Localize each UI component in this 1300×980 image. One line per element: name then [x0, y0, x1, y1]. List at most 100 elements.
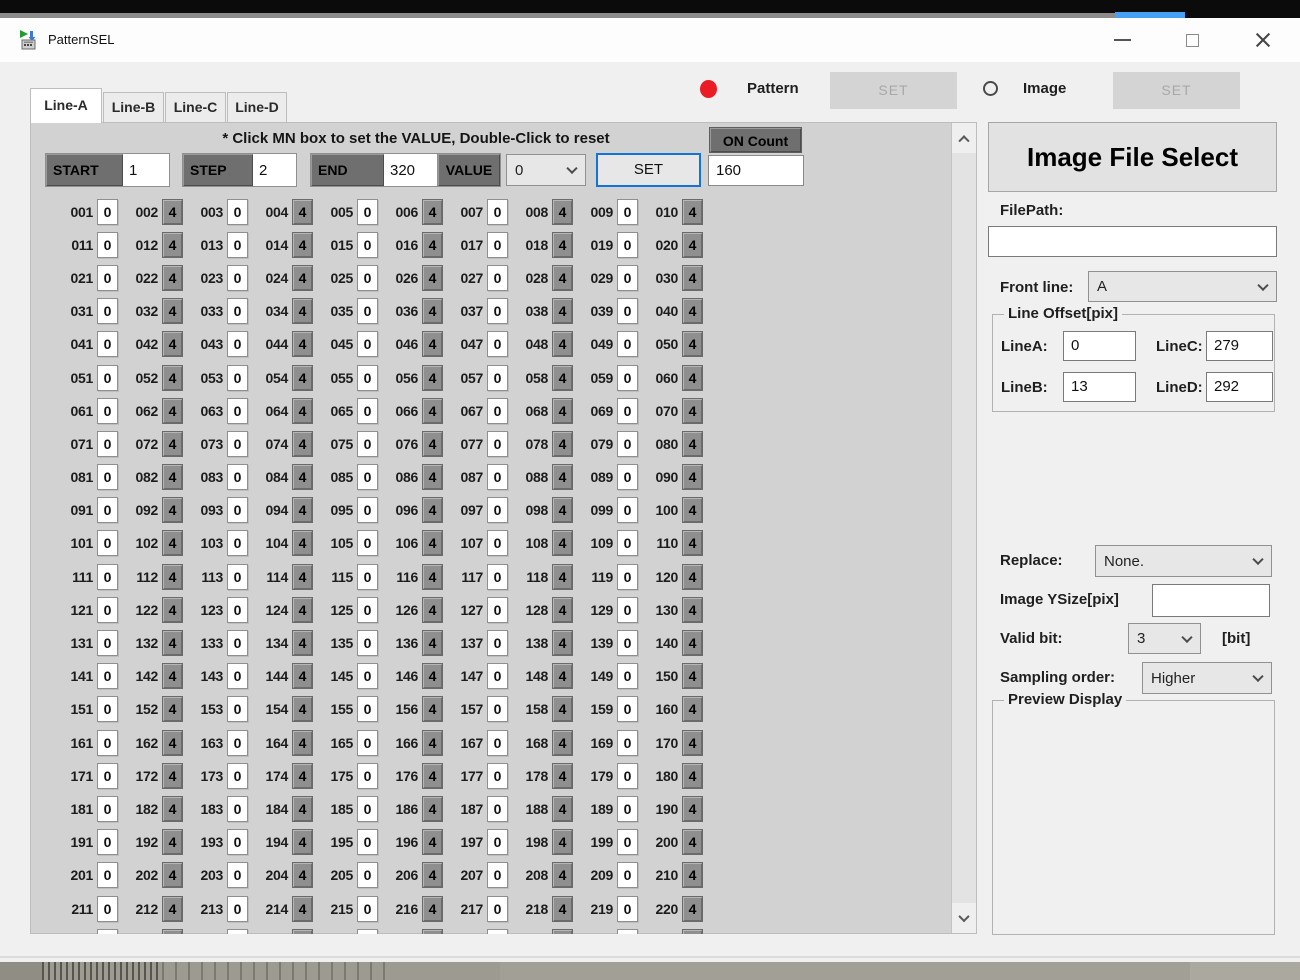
cell-value-box[interactable]: 4: [162, 199, 183, 225]
cell-value-box[interactable]: 0: [97, 597, 118, 623]
cell-value-box[interactable]: 0: [357, 232, 378, 258]
cell-value-box[interactable]: 4: [682, 331, 703, 357]
cell-value-box[interactable]: 0: [227, 331, 248, 357]
cell-value-box[interactable]: 4: [682, 199, 703, 225]
cell-value-box[interactable]: 0: [487, 862, 508, 888]
cell-value-box[interactable]: 0: [227, 530, 248, 556]
cell-value-box[interactable]: 4: [552, 365, 573, 391]
cell-value-box[interactable]: 0: [487, 796, 508, 822]
cell-value-box[interactable]: 4: [682, 597, 703, 623]
cell-value-box[interactable]: 4: [552, 663, 573, 689]
cell-value-box[interactable]: 4: [422, 232, 443, 258]
cell-value-box[interactable]: 4: [422, 763, 443, 789]
cell-value-box[interactable]: 4: [162, 564, 183, 590]
cell-value-box[interactable]: 4: [422, 199, 443, 225]
cell-value-box[interactable]: 0: [227, 232, 248, 258]
filepath-input[interactable]: [988, 226, 1277, 257]
cell-value-box[interactable]: 0: [227, 663, 248, 689]
cell-value-box[interactable]: 0: [97, 730, 118, 756]
cell-value-box[interactable]: 4: [422, 896, 443, 922]
cell-value-box[interactable]: 4: [292, 530, 313, 556]
cell-value-box[interactable]: 4: [552, 398, 573, 424]
cell-value-box[interactable]: 0: [617, 232, 638, 258]
cell-value-box[interactable]: 0: [487, 331, 508, 357]
cell-value-box[interactable]: 0: [617, 597, 638, 623]
cell-value-box[interactable]: 4: [682, 298, 703, 324]
cell-value-box[interactable]: 0: [487, 896, 508, 922]
maximize-button[interactable]: [1169, 24, 1215, 56]
image-radio[interactable]: [983, 81, 998, 96]
cell-value-box[interactable]: 4: [552, 497, 573, 523]
ysize-input[interactable]: [1152, 584, 1270, 617]
cell-value-box[interactable]: 0: [357, 829, 378, 855]
cell-value-box[interactable]: 4: [422, 597, 443, 623]
cell-value-box[interactable]: 0: [97, 398, 118, 424]
cell-value-box[interactable]: 0: [357, 530, 378, 556]
cell-value-box[interactable]: 4: [552, 564, 573, 590]
cell-value-box[interactable]: 4: [422, 365, 443, 391]
cell-value-box[interactable]: 4: [162, 896, 183, 922]
cell-value-box[interactable]: 4: [422, 862, 443, 888]
cell-value-box[interactable]: 0: [97, 663, 118, 689]
cell-value-box[interactable]: 4: [162, 331, 183, 357]
image-set-button[interactable]: SET: [1113, 72, 1240, 109]
cell-value-box[interactable]: 0: [617, 829, 638, 855]
cell-value-box[interactable]: 4: [682, 696, 703, 722]
cell-value-box[interactable]: 4: [422, 431, 443, 457]
cell-value-box[interactable]: 0: [617, 730, 638, 756]
cell-value-box[interactable]: 0: [227, 199, 248, 225]
cell-value-box[interactable]: 4: [422, 530, 443, 556]
cell-value-box[interactable]: 0: [487, 597, 508, 623]
cell-value-box[interactable]: 0: [357, 497, 378, 523]
cell-value-box[interactable]: 0: [97, 829, 118, 855]
cell-value-box[interactable]: 4: [552, 199, 573, 225]
cell-value-box[interactable]: 0: [227, 829, 248, 855]
cell-value-box[interactable]: 0: [357, 896, 378, 922]
cell-value-box[interactable]: 4: [162, 763, 183, 789]
cell-value-box[interactable]: 0: [227, 464, 248, 490]
cell-value-box[interactable]: 4: [422, 829, 443, 855]
cell-value-box[interactable]: 4: [552, 730, 573, 756]
cell-value-box[interactable]: 0: [617, 630, 638, 656]
cell-value-box[interactable]: 4: [292, 630, 313, 656]
cell-value-box[interactable]: 0: [487, 298, 508, 324]
scroll-up-button[interactable]: [952, 123, 976, 153]
cell-value-box[interactable]: 4: [292, 730, 313, 756]
cell-value-box[interactable]: 4: [292, 896, 313, 922]
cell-value-box[interactable]: 0: [227, 265, 248, 291]
front-line-dropdown[interactable]: A: [1088, 271, 1277, 302]
cell-value-box[interactable]: 4: [682, 663, 703, 689]
cell-value-box[interactable]: 4: [162, 796, 183, 822]
cell-value-box[interactable]: 0: [617, 398, 638, 424]
tab-line-d[interactable]: Line-D: [227, 92, 287, 123]
pattern-set-button[interactable]: SET: [830, 72, 957, 109]
cell-value-box[interactable]: 0: [357, 431, 378, 457]
linea-input[interactable]: 0: [1063, 331, 1136, 361]
cell-value-box[interactable]: 0: [97, 630, 118, 656]
cell-value-box[interactable]: 4: [422, 630, 443, 656]
cell-value-box[interactable]: 0: [487, 829, 508, 855]
vertical-scrollbar[interactable]: [951, 123, 976, 933]
cell-value-box[interactable]: 0: [227, 431, 248, 457]
cell-value-box[interactable]: 0: [617, 530, 638, 556]
cell-value-box[interactable]: 4: [422, 464, 443, 490]
cell-value-box[interactable]: 4: [422, 696, 443, 722]
cell-value-box[interactable]: 0: [97, 331, 118, 357]
cell-value-box[interactable]: 4: [552, 696, 573, 722]
cell-value-box[interactable]: 0: [487, 232, 508, 258]
cell-value-box[interactable]: 4: [552, 763, 573, 789]
cell-value-box[interactable]: 4: [162, 265, 183, 291]
cell-value-box[interactable]: 4: [292, 763, 313, 789]
cell-value-box[interactable]: 4: [682, 530, 703, 556]
cell-value-box[interactable]: 4: [552, 298, 573, 324]
cell-value-box[interactable]: 0: [617, 763, 638, 789]
cell-value-box[interactable]: 0: [227, 730, 248, 756]
cell-value-box[interactable]: 0: [97, 564, 118, 590]
cell-value-box[interactable]: 4: [162, 464, 183, 490]
cell-value-box[interactable]: 0: [487, 464, 508, 490]
cell-value-box[interactable]: 4: [162, 630, 183, 656]
cell-value-box[interactable]: 0: [617, 796, 638, 822]
cell-value-box[interactable]: 4: [422, 265, 443, 291]
cell-value-box[interactable]: 0: [487, 398, 508, 424]
cell-value-box[interactable]: 4: [162, 862, 183, 888]
